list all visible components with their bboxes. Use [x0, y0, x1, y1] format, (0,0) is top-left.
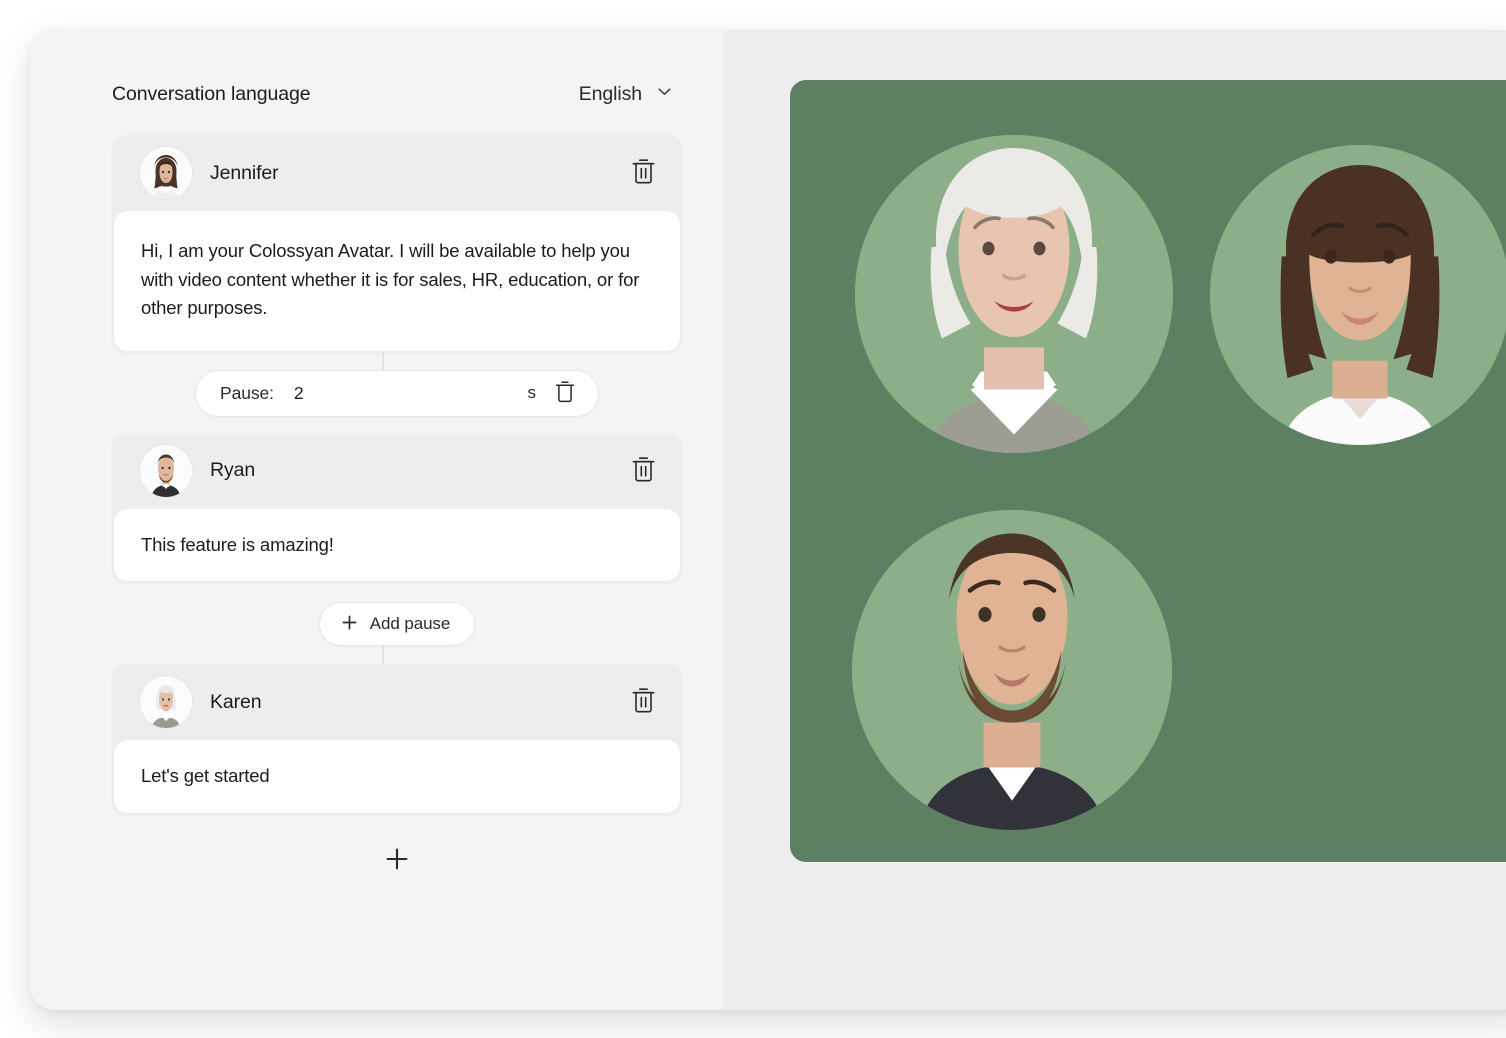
- add-pause-row: Add pause: [112, 602, 682, 646]
- add-pause-button[interactable]: Add pause: [318, 602, 476, 646]
- screenshot-root: Conversation language English Jennifer H…: [0, 0, 1506, 1038]
- pause-unit-label: s: [527, 383, 537, 402]
- speaker-block-jennifer[interactable]: Jennifer Hi, I am your Colossyan Avatar.…: [112, 135, 682, 353]
- add-block-button[interactable]: [375, 839, 419, 883]
- delete-speaker-block-button[interactable]: [626, 685, 660, 719]
- script-editor-pane: Conversation language English Jennifer H…: [30, 30, 723, 1010]
- pause-pill[interactable]: Pause: s: [195, 369, 599, 417]
- avatar-jennifer-large[interactable]: [1210, 145, 1506, 445]
- pause-block: Pause: s: [112, 369, 682, 417]
- editor-content: Conversation language English Jennifer H…: [112, 75, 682, 883]
- chevron-down-icon: [655, 82, 674, 106]
- trash-icon: [630, 455, 657, 487]
- language-select[interactable]: English: [579, 82, 674, 106]
- speaker-script-text[interactable]: This feature is amazing!: [114, 508, 680, 581]
- add-pause-label: Add pause: [369, 614, 451, 633]
- speaker-name: Jennifer: [210, 161, 279, 184]
- avatar-ryan-thumb: [140, 444, 192, 497]
- plus-icon: [384, 846, 410, 875]
- avatar-ryan-large[interactable]: [852, 510, 1172, 830]
- window-body: Conversation language English Jennifer H…: [30, 30, 1506, 1010]
- conversation-stack: Jennifer Hi, I am your Colossyan Avatar.…: [112, 135, 682, 883]
- speaker-name: Ryan: [210, 459, 256, 481]
- speaker-script-text[interactable]: Hi, I am your Colossyan Avatar. I will b…: [114, 211, 680, 351]
- plus-icon: [341, 614, 358, 634]
- speaker-card-header: Jennifer: [112, 135, 682, 211]
- avatar-karen-large[interactable]: [855, 135, 1173, 453]
- pause-duration-input[interactable]: [293, 382, 354, 404]
- speaker-card-header: Karen: [112, 664, 682, 740]
- avatar-karen-thumb: [140, 676, 192, 728]
- delete-speaker-block-button[interactable]: [626, 454, 660, 488]
- delete-pause-button[interactable]: [550, 378, 580, 408]
- trash-icon: [554, 380, 576, 407]
- app-window: Conversation language English Jennifer H…: [30, 30, 1506, 1010]
- speaker-card-header: Ryan: [112, 432, 682, 509]
- speaker-name: Karen: [210, 690, 262, 713]
- video-canvas[interactable]: [790, 80, 1506, 862]
- speaker-script-text[interactable]: Let's get started: [114, 740, 680, 813]
- avatar-jennifer-thumb: [140, 147, 192, 199]
- trash-icon: [630, 157, 657, 189]
- speaker-block-ryan[interactable]: Ryan This feature is amazing!: [112, 432, 682, 583]
- pause-label: Pause:: [220, 382, 274, 403]
- add-block-row: [112, 839, 682, 883]
- delete-speaker-block-button[interactable]: [626, 156, 660, 190]
- conversation-language-label: Conversation language: [112, 82, 311, 105]
- speaker-block-karen[interactable]: Karen Let's get started: [112, 664, 682, 815]
- conversation-language-row: Conversation language English: [112, 75, 682, 113]
- video-preview-pane: [723, 30, 1506, 1010]
- language-select-value: English: [578, 82, 642, 105]
- trash-icon: [630, 686, 657, 718]
